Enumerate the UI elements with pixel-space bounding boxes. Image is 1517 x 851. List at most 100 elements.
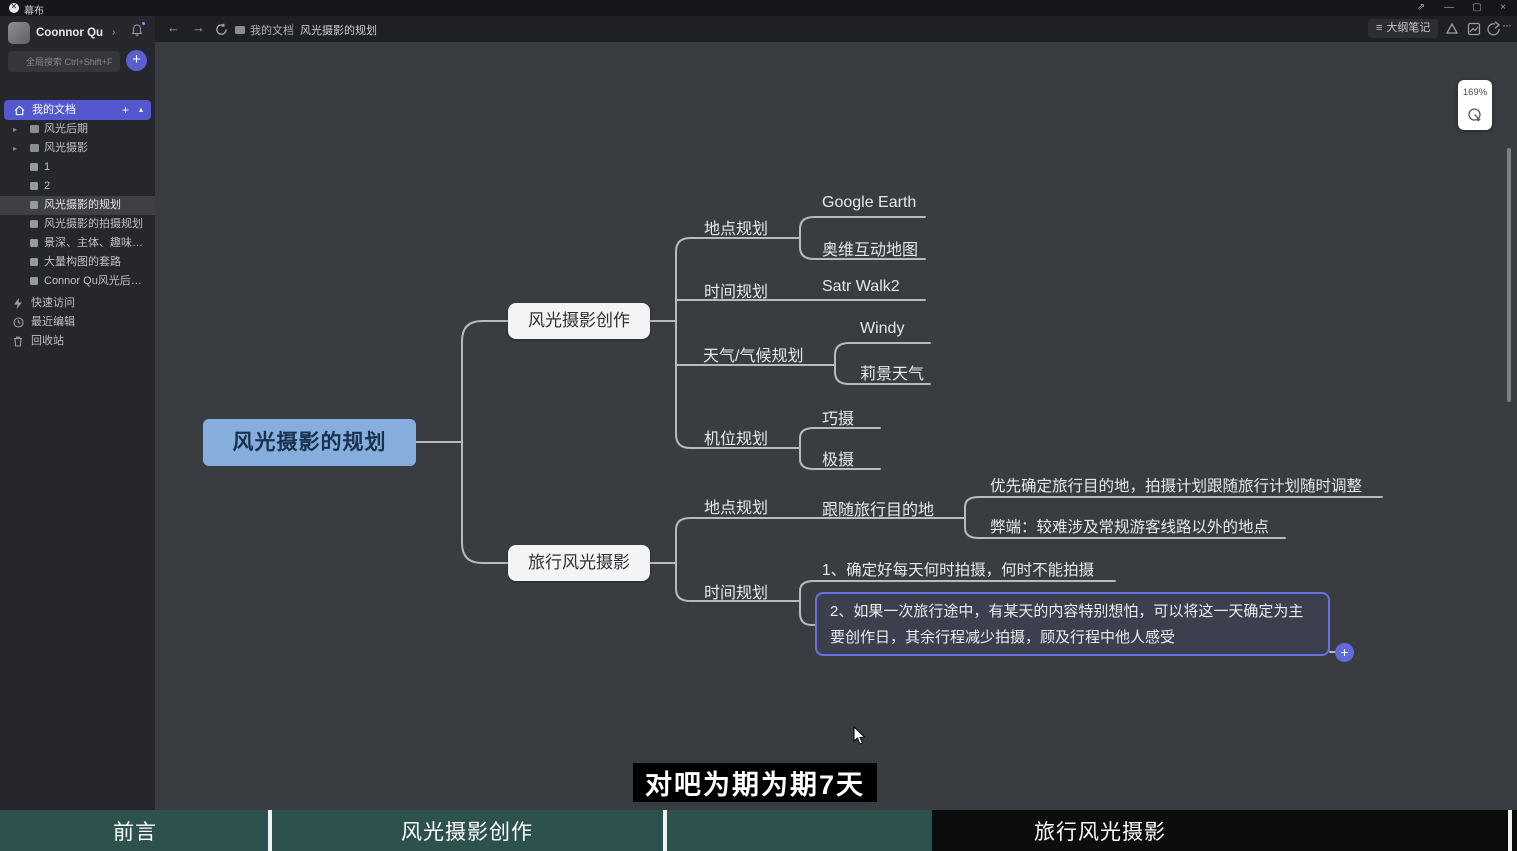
- breadcrumb-current: 风光摄影的规划: [300, 22, 377, 38]
- sidebar-item-label: 1: [44, 158, 152, 177]
- mindmap-node[interactable]: 跟随旅行目的地: [822, 496, 934, 520]
- reset-zoom-icon[interactable]: [1467, 107, 1482, 122]
- sidebar-item-label: 景深、主体、趣味点与光影…: [44, 234, 152, 253]
- video-subtitle: 对吧为期为期7天: [633, 763, 877, 802]
- sidebar-item-label: 2: [44, 177, 152, 196]
- mindmap-node-selected[interactable]: 2、如果一次旅行途中，有某天的内容特别想怕，可以将这一天确定为主要创作日，其余行…: [815, 592, 1330, 656]
- sidebar-item-doc[interactable]: Connor Qu风光后期思维导图: [0, 272, 155, 291]
- doc-icon: [30, 277, 38, 285]
- sidebar-item-label: 风光后期: [44, 120, 152, 139]
- sidebar-item-trash[interactable]: 回收站: [0, 332, 155, 351]
- sidebar-item-label: 风光摄影: [44, 139, 152, 158]
- sidebar-item-recent[interactable]: 最近编辑: [0, 313, 155, 332]
- sidebar-item-label: 风光摄影的拍摄规划: [44, 215, 152, 234]
- avatar[interactable]: [8, 22, 30, 44]
- presentation-icon[interactable]: [1444, 21, 1460, 37]
- outline-button-label: 大纲笔记: [1386, 22, 1430, 34]
- mindmap-node[interactable]: 地点规划: [704, 215, 768, 239]
- sidebar-item-doc[interactable]: 1: [0, 158, 155, 177]
- sidebar-item-doc[interactable]: 景深、主体、趣味点与光影…: [0, 234, 155, 253]
- window-titlebar: 幕布 ⇗ — ▢ ×: [0, 0, 1517, 16]
- doc-toolbar: ← → 我的文档 | 风光摄影的规划 ≡ 大纲笔记 ···: [155, 16, 1517, 42]
- outline-notes-button[interactable]: ≡ 大纲笔记: [1368, 19, 1438, 38]
- more-icon[interactable]: ···: [1502, 18, 1511, 32]
- breadcrumb-root[interactable]: 我的文档: [250, 22, 294, 38]
- mouse-cursor: [852, 726, 866, 746]
- home-icon: [14, 105, 25, 116]
- sidebar-item-doc[interactable]: 大量构图的套路: [0, 253, 155, 272]
- chapter-unlabeled[interactable]: [667, 810, 930, 851]
- mindmap-node[interactable]: Google Earth: [822, 194, 916, 212]
- folder-icon: [30, 125, 39, 133]
- share-icon[interactable]: [1486, 21, 1502, 37]
- bell-icon[interactable]: [131, 24, 143, 37]
- zoom-control[interactable]: 169%: [1458, 80, 1492, 130]
- mindmap-node[interactable]: 1、确定好每天何时拍摄，何时不能拍摄: [822, 558, 1094, 580]
- sidebar-item-label: 快速访问: [31, 294, 75, 313]
- doc-icon: [30, 201, 38, 209]
- notification-dot: [142, 22, 145, 25]
- app-title: 幕布: [24, 2, 44, 17]
- back-icon[interactable]: ←: [167, 20, 180, 35]
- list-icon: ≡: [1376, 22, 1382, 34]
- chevron-right-icon: ›: [112, 27, 115, 38]
- sidebar-item-label: 大量构图的套路: [44, 253, 152, 272]
- mindmap-node[interactable]: 时间规划: [704, 278, 768, 302]
- mindmap-node[interactable]: 时间规划: [704, 579, 768, 603]
- mindmap-branch-node[interactable]: 旅行风光摄影: [508, 545, 650, 581]
- sidebar-section-my-docs[interactable]: 我的文档 + ▴: [4, 100, 151, 120]
- chapter-travel[interactable]: 旅行风光摄影: [930, 810, 1270, 851]
- mindmap-node[interactable]: 弊端：较难涉及常规游客线路以外的地点: [990, 515, 1269, 537]
- folder-icon: [30, 144, 39, 152]
- export-image-icon[interactable]: [1466, 21, 1482, 37]
- chapter-bar: 前言 风光摄影创作 旅行风光摄影: [0, 810, 1517, 851]
- add-child-button[interactable]: +: [1335, 643, 1354, 662]
- mindmap-branch-node[interactable]: 风光摄影创作: [508, 303, 650, 339]
- sidebar-item-doc-selected[interactable]: 风光摄影的规划: [0, 196, 155, 215]
- forward-icon[interactable]: →: [192, 20, 205, 35]
- chapter-creation[interactable]: 风光摄影创作: [272, 810, 662, 851]
- folder-icon: [235, 26, 245, 34]
- expander-icon[interactable]: ▸: [13, 120, 17, 139]
- sidebar-item-doc[interactable]: 风光摄影的拍摄规划: [0, 215, 155, 234]
- mindmap-node[interactable]: 天气/气候规划: [703, 342, 803, 366]
- mindmap-root-node[interactable]: 风光摄影的规划: [203, 419, 416, 466]
- mindmap-node[interactable]: 奥维互动地图: [822, 236, 918, 260]
- close-icon[interactable]: ×: [1491, 0, 1515, 16]
- sidebar-item-folder[interactable]: ▸ 风光摄影: [0, 139, 155, 158]
- user-name[interactable]: Coonnor Qu: [36, 27, 103, 39]
- mindmap-node[interactable]: 机位规划: [704, 425, 768, 449]
- mindmap-node[interactable]: Windy: [860, 320, 904, 338]
- doc-icon: [30, 182, 38, 190]
- maximize-icon[interactable]: ▢: [1465, 0, 1489, 16]
- add-icon[interactable]: +: [122, 100, 129, 120]
- chapter-intro[interactable]: 前言: [0, 810, 270, 851]
- sidebar-item-label: Connor Qu风光后期思维导图: [44, 272, 152, 291]
- sidebar-item-quick-access[interactable]: 快速访问: [0, 294, 155, 313]
- collapse-icon[interactable]: ▴: [139, 100, 143, 120]
- mindmap-node[interactable]: 优先确定旅行目的地，拍摄计划跟随旅行计划随时调整: [990, 474, 1362, 496]
- expander-icon[interactable]: ▸: [13, 139, 17, 158]
- sidebar: Coonnor Qu › + 我的文档 + ▴ ▸ 风光后期 ▸ 风光摄影 1 …: [0, 16, 155, 810]
- trash-icon: [13, 336, 23, 347]
- sidebar-item-folder[interactable]: ▸ 风光后期: [0, 120, 155, 139]
- mindmap-canvas[interactable]: 风光摄影的规划 风光摄影创作 旅行风光摄影 地点规划 Google Earth …: [155, 42, 1517, 810]
- mindmap-node[interactable]: 莉景天气: [860, 360, 924, 384]
- breadcrumb-separator: |: [291, 21, 294, 35]
- mindmap-node[interactable]: 巧摄: [822, 405, 854, 429]
- pin-window-icon[interactable]: ⇗: [1409, 0, 1433, 16]
- sidebar-item-doc[interactable]: 2: [0, 177, 155, 196]
- minimize-icon[interactable]: —: [1437, 0, 1461, 16]
- section-title: 我的文档: [32, 100, 76, 120]
- doc-icon: [30, 220, 38, 228]
- mindmap-node[interactable]: Satr Walk2: [822, 278, 900, 296]
- doc-icon: [30, 163, 38, 171]
- mindmap-node[interactable]: 地点规划: [704, 494, 768, 518]
- vertical-scrollbar[interactable]: [1507, 148, 1511, 402]
- doc-icon: [30, 239, 38, 247]
- mindmap-node[interactable]: 极摄: [822, 446, 854, 470]
- search-input[interactable]: [8, 51, 120, 72]
- refresh-icon[interactable]: [215, 23, 228, 36]
- new-doc-button[interactable]: +: [126, 50, 147, 71]
- zoom-level: 169%: [1458, 87, 1492, 98]
